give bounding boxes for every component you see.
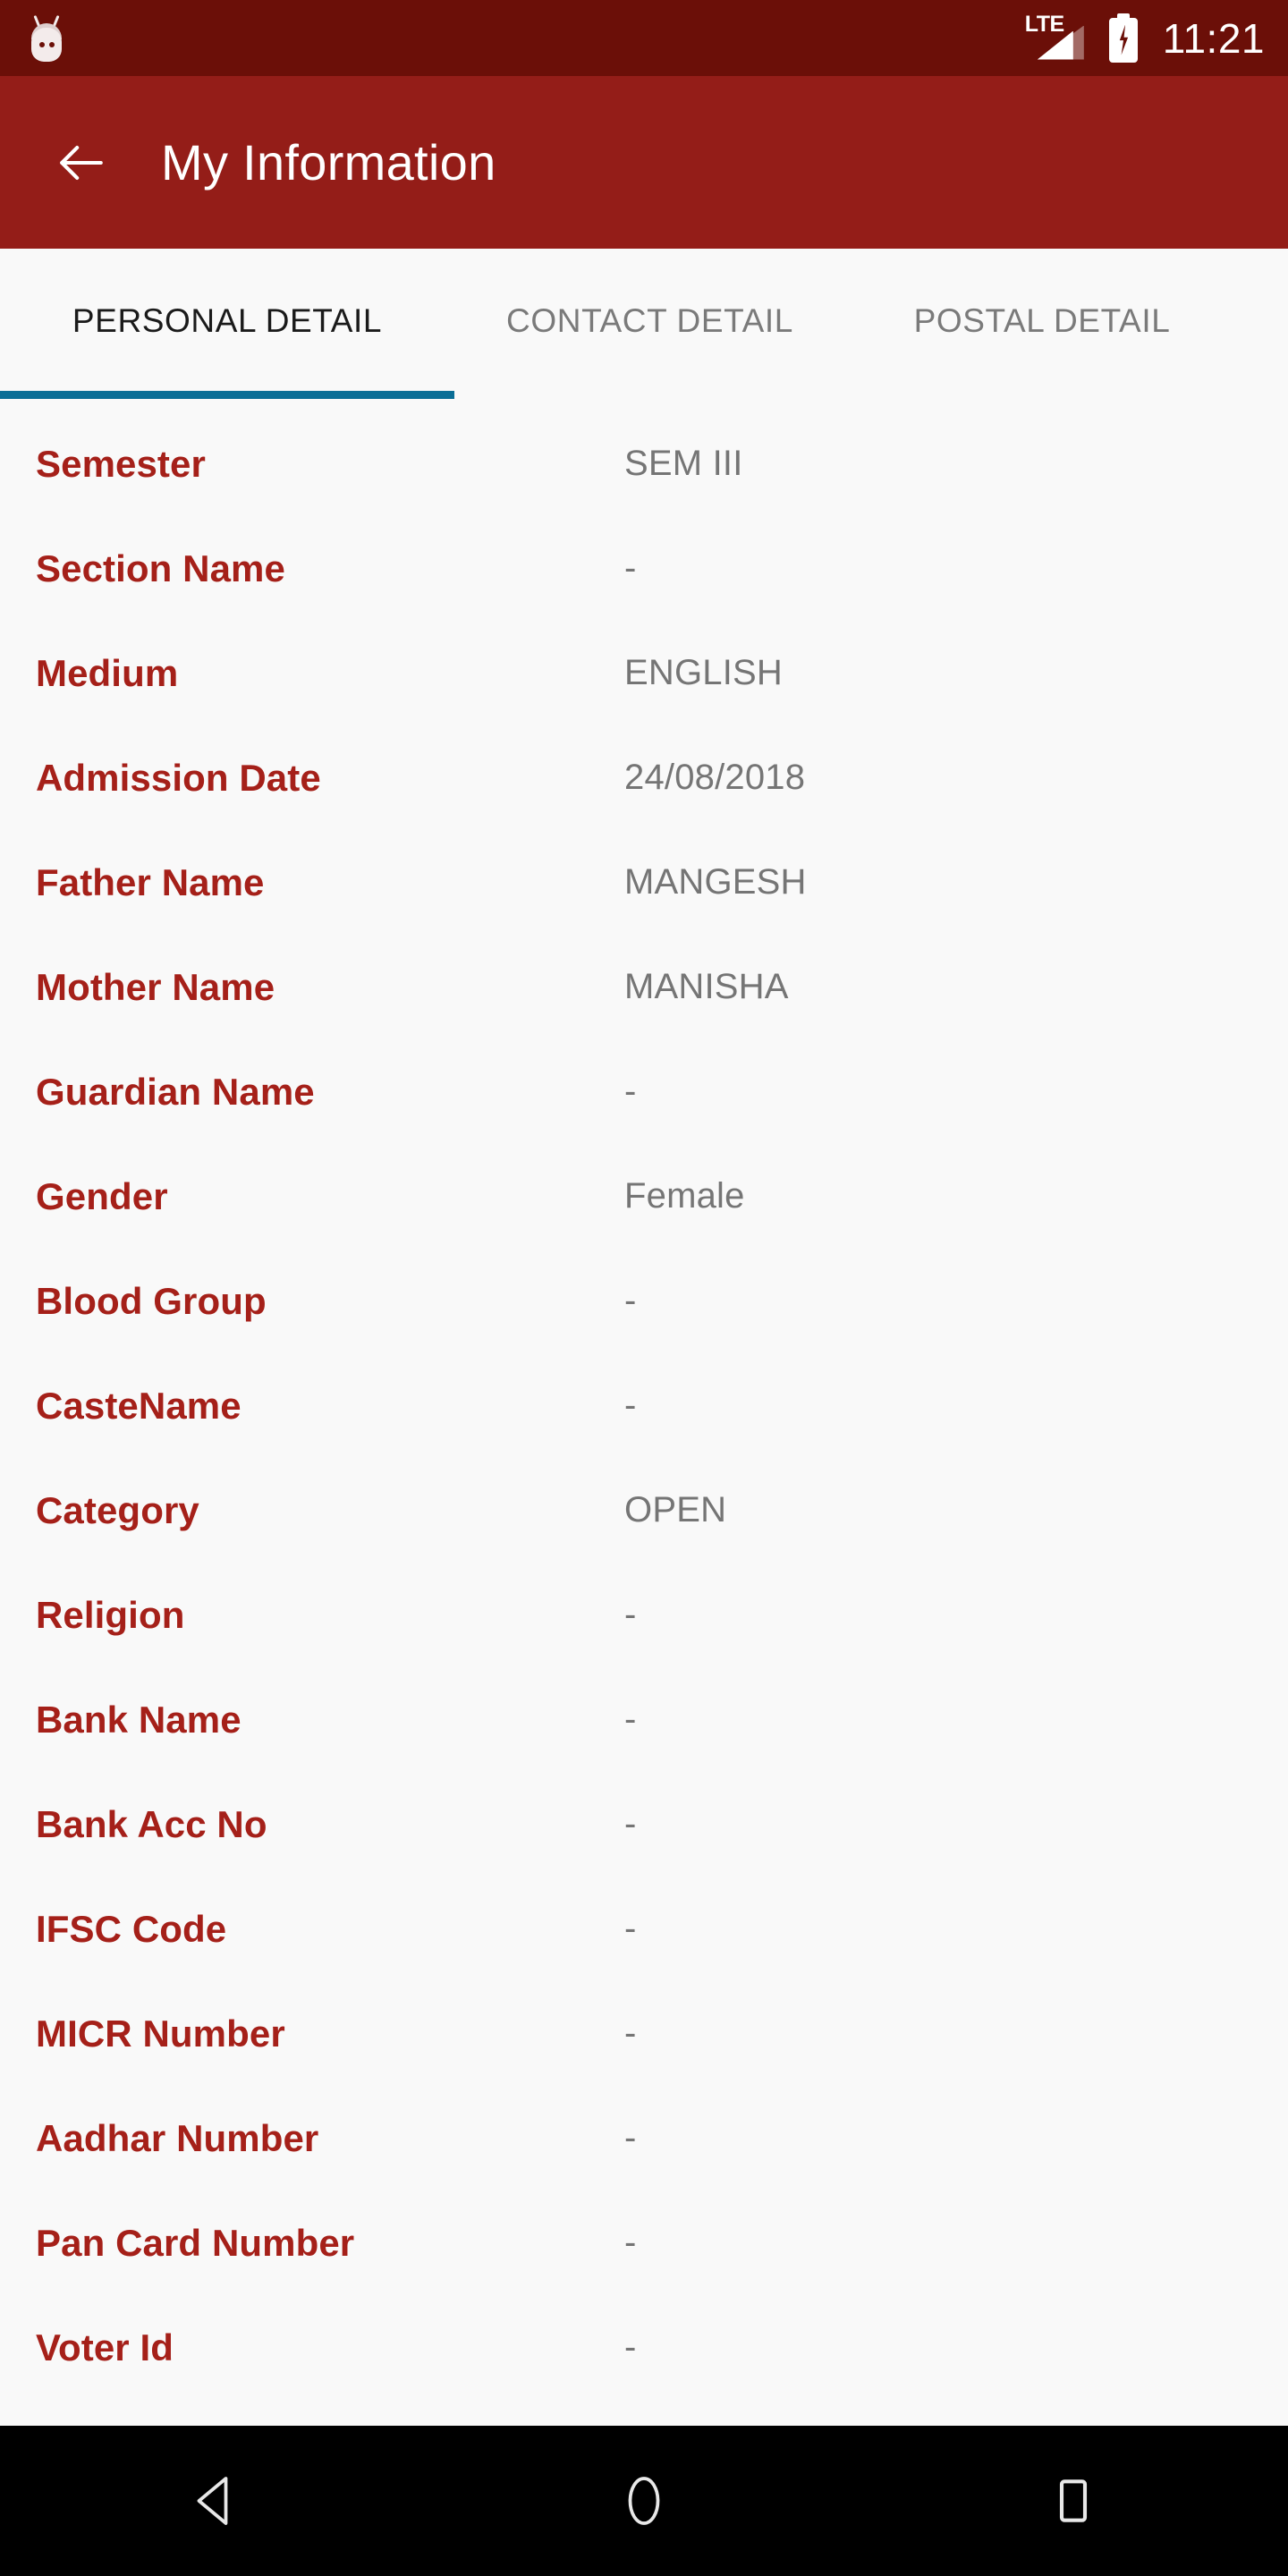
detail-row-value: - (624, 548, 637, 588)
detail-row-label: Voter Id (36, 2326, 174, 2368)
tab-label: POSTAL DETAIL (913, 302, 1171, 339)
detail-row-label: Religion (36, 1593, 185, 1636)
detail-row: MICR Number - (0, 1981, 1288, 2086)
detail-row: Guardian Name - (0, 1039, 1288, 1144)
tab-contact-detail[interactable]: CONTACT DETAIL (454, 249, 845, 399)
nav-back-triangle-icon[interactable] (134, 2426, 295, 2576)
detail-row-label: Guardian Name (36, 1070, 315, 1113)
detail-row: Medium ENGLISH (0, 621, 1288, 725)
detail-row: Category OPEN (0, 1458, 1288, 1563)
detail-row: IFSC Code - (0, 1877, 1288, 1981)
status-bar-right: LTE 11:21 (1025, 13, 1265, 64)
detail-row-label: Category (36, 1488, 199, 1531)
detail-row-value: - (624, 2327, 637, 2367)
detail-row-value: - (624, 1909, 637, 1948)
detail-row-value: - (624, 2013, 637, 2053)
detail-row-label: Bank Acc No (36, 1802, 267, 1845)
detail-row: Gender Female (0, 1144, 1288, 1249)
android-navigation-bar (0, 2426, 1288, 2576)
detail-row: Semester SEM III (0, 411, 1288, 516)
detail-row: Mother Name MANISHA (0, 935, 1288, 1039)
detail-row: Pan Card Number - (0, 2190, 1288, 2295)
detail-row-value: - (624, 1699, 637, 1739)
detail-row-label: Aadhar Number (36, 2116, 319, 2159)
tab-label: PERSONAL DETAIL (72, 302, 383, 339)
detail-row-label: CasteName (36, 1384, 242, 1427)
detail-row-label: Blood Group (36, 1279, 267, 1322)
tab-postal-detail[interactable]: POSTAL DETAIL (845, 249, 1239, 399)
detail-row: Blood Group - (0, 1249, 1288, 1353)
app-bar: My Information (0, 76, 1288, 249)
detail-row-label: Mother Name (36, 965, 275, 1008)
network-label: LTE (1024, 11, 1064, 37)
detail-row-value: - (624, 1281, 637, 1320)
detail-row-value: - (624, 2223, 637, 2262)
tab-active-indicator (0, 391, 454, 399)
detail-row-label: Medium (36, 651, 179, 694)
detail-row-label: IFSC Code (36, 1907, 227, 1950)
detail-row-value: OPEN (624, 1490, 727, 1530)
detail-row-value: - (624, 1385, 637, 1425)
detail-row-label: MICR Number (36, 2012, 285, 2055)
nav-recents-square-icon[interactable] (993, 2426, 1154, 2576)
detail-row-label: Section Name (36, 547, 285, 589)
back-arrow-icon[interactable] (55, 137, 107, 189)
detail-row: CasteName - (0, 1353, 1288, 1458)
personal-detail-list[interactable]: Semester SEM III Section Name - Medium ENGLIS… (0, 399, 1288, 2426)
status-bar-clock: 11:21 (1162, 14, 1265, 62)
detail-row-value: MANGESH (624, 862, 807, 902)
detail-row: Religion - (0, 1563, 1288, 1667)
detail-row: Section Name - (0, 516, 1288, 621)
detail-row-label: Semester (36, 442, 206, 485)
detail-row-value: ENGLISH (624, 653, 784, 692)
detail-row-value: SEM III (624, 444, 743, 483)
signal-bars-icon: LTE (1025, 13, 1084, 63)
detail-row: Admission Date 24/08/2018 (0, 725, 1288, 830)
detail-row-label: Pan Card Number (36, 2221, 355, 2264)
detail-row-label: Father Name (36, 860, 265, 903)
detail-row-label: Bank Name (36, 1698, 242, 1741)
detail-row-value: - (624, 1595, 637, 1634)
tab-personal-detail[interactable]: PERSONAL DETAIL (0, 249, 454, 399)
detail-row: Bank Acc No - (0, 1772, 1288, 1877)
detail-row-value: - (624, 1804, 637, 1843)
detail-row-value: - (624, 2118, 637, 2157)
app-screen: LTE 11:21 My Information PERSONAL DETAIL (0, 0, 1288, 2576)
detail-row-value: MANISHA (624, 967, 789, 1006)
detail-row-label: Admission Date (36, 756, 321, 799)
detail-row-label: Gender (36, 1174, 168, 1217)
detail-row: Aadhar Number - (0, 2086, 1288, 2190)
battery-charging-icon (1107, 13, 1140, 64)
status-bar: LTE 11:21 (0, 0, 1288, 76)
detail-row-value: Female (624, 1176, 745, 1216)
detail-row-value: - (624, 1072, 637, 1111)
status-bar-left (27, 14, 66, 62)
tab-bar: PERSONAL DETAIL CONTACT DETAIL POSTAL DE… (0, 249, 1288, 399)
android-marshmallow-icon (27, 14, 66, 62)
nav-home-circle-icon[interactable] (564, 2426, 724, 2576)
detail-row: Father Name MANGESH (0, 830, 1288, 935)
page-title: My Information (161, 134, 496, 191)
detail-row: Voter Id - (0, 2295, 1288, 2400)
detail-row: Bank Name - (0, 1667, 1288, 1772)
detail-row-value: 24/08/2018 (624, 758, 806, 797)
tab-label: CONTACT DETAIL (506, 302, 793, 339)
